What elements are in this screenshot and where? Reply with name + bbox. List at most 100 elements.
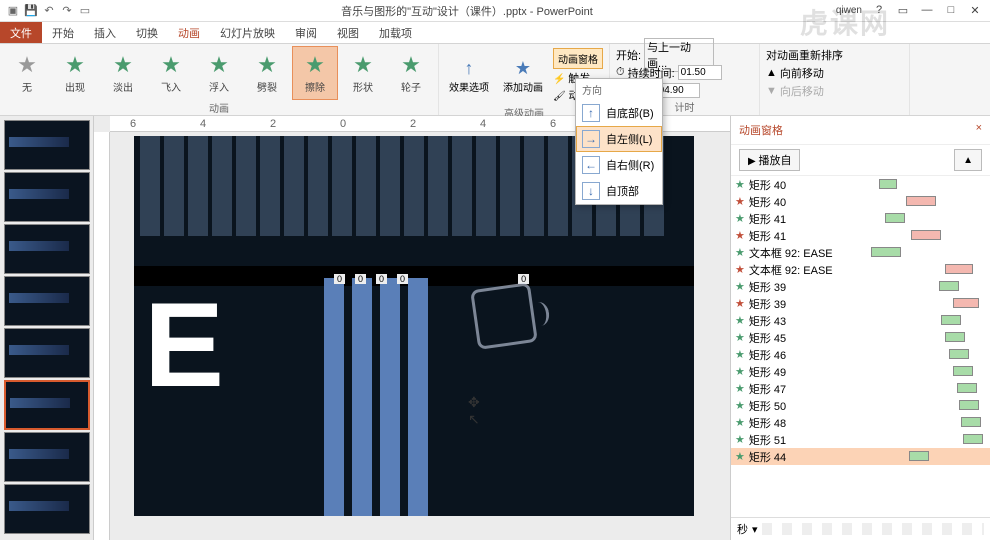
maximize-icon[interactable]: □ (940, 4, 962, 17)
star-icon: ★ (735, 212, 745, 225)
redo-icon[interactable]: ↷ (60, 4, 74, 18)
tab-home[interactable]: 开始 (42, 22, 84, 43)
slide-thumb[interactable] (4, 484, 90, 534)
slide-thumb[interactable] (4, 120, 90, 170)
anim-item[interactable]: ★矩形 44 (731, 448, 990, 465)
anim-item[interactable]: ★矩形 43 (731, 312, 990, 329)
animation-pane-button[interactable]: 动画窗格 (553, 48, 603, 69)
audio-icon[interactable] (470, 282, 538, 350)
ribbon-toggle-icon[interactable]: ▭ (892, 4, 914, 17)
anim-item[interactable]: ★文本框 92: EASE (731, 261, 990, 278)
slide-thumb[interactable] (4, 328, 90, 378)
star-icon: ★ (735, 450, 745, 463)
tab-view[interactable]: 视图 (327, 22, 369, 43)
star-icon: ★ (735, 399, 745, 412)
timing-bar[interactable] (945, 332, 965, 342)
timing-bar[interactable] (911, 230, 941, 240)
arrow-icon: ← (582, 156, 600, 174)
anim-item[interactable]: ★矩形 47 (731, 380, 990, 397)
timing-bar[interactable] (961, 417, 981, 427)
help-icon[interactable]: ? (868, 4, 890, 17)
star-icon: ★ (735, 178, 745, 191)
timing-bar[interactable] (953, 298, 979, 308)
timing-bar[interactable] (949, 349, 969, 359)
animation-pane: 动画窗格 × ▶ 播放自 ▲ ★矩形 40★矩形 40★矩形 41★矩形 41★… (730, 116, 990, 540)
anim-无[interactable]: ★无 (4, 46, 50, 100)
anim-item[interactable]: ★矩形 39 (731, 295, 990, 312)
anim-item[interactable]: ★矩形 51 (731, 431, 990, 448)
save-icon[interactable]: 💾 (24, 4, 38, 18)
timing-bar[interactable] (959, 400, 979, 410)
anim-劈裂[interactable]: ★劈裂 (244, 46, 290, 100)
slide-thumb[interactable] (4, 432, 90, 482)
direction-option[interactable]: ↓自顶部 (576, 178, 662, 204)
anim-item[interactable]: ★矩形 45 (731, 329, 990, 346)
slide-thumb[interactable] (4, 172, 90, 222)
pane-close-icon[interactable]: × (976, 122, 982, 138)
timing-bar[interactable] (939, 281, 959, 291)
star-icon: ★ (15, 53, 39, 77)
anim-浮入[interactable]: ★浮入 (196, 46, 242, 100)
direction-option[interactable]: →自左侧(L) (576, 126, 662, 152)
star-icon: ★ (255, 53, 279, 77)
tab-insert[interactable]: 插入 (84, 22, 126, 43)
timing-bar[interactable] (906, 196, 936, 206)
move-later-button[interactable]: ▼ 向后移动 (766, 82, 903, 100)
direction-option[interactable]: ↑自底部(B) (576, 100, 662, 126)
anim-item[interactable]: ★文本框 92: EASE (731, 244, 990, 261)
timing-bar[interactable] (953, 366, 973, 376)
anim-item[interactable]: ★矩形 39 (731, 278, 990, 295)
slide-thumb[interactable] (4, 276, 90, 326)
anim-形状[interactable]: ★形状 (340, 46, 386, 100)
star-icon: ★ (351, 53, 375, 77)
tab-file[interactable]: 文件 (0, 22, 42, 43)
powerpoint-icon: ▣ (6, 4, 20, 18)
undo-icon[interactable]: ↶ (42, 4, 56, 18)
timing-bar[interactable] (945, 264, 973, 274)
play-from-button[interactable]: ▶ 播放自 (739, 149, 800, 171)
star-icon: ★ (735, 246, 745, 259)
anim-飞入[interactable]: ★飞入 (148, 46, 194, 100)
anim-item[interactable]: ★矩形 49 (731, 363, 990, 380)
tab-transition[interactable]: 切换 (126, 22, 168, 43)
star-icon: ★ (735, 263, 745, 276)
timing-bar[interactable] (963, 434, 983, 444)
tab-review[interactable]: 审阅 (285, 22, 327, 43)
effect-options-button[interactable]: ↑ 效果选项 (443, 54, 495, 98)
anim-轮子[interactable]: ★轮子 (388, 46, 434, 100)
timing-bar[interactable] (871, 247, 901, 257)
anim-item[interactable]: ★矩形 41 (731, 210, 990, 227)
timing-bar[interactable] (885, 213, 905, 223)
anim-擦除[interactable]: ★擦除 (292, 46, 338, 100)
timing-bar[interactable] (941, 315, 961, 325)
user-name: qiwen (836, 5, 868, 16)
anim-item[interactable]: ★矩形 40 (731, 193, 990, 210)
anim-出现[interactable]: ★出现 (52, 46, 98, 100)
anim-item[interactable]: ★矩形 41 (731, 227, 990, 244)
minimize-icon[interactable]: — (916, 4, 938, 17)
star-icon: ★ (735, 331, 745, 344)
tab-addins[interactable]: 加载项 (369, 22, 422, 43)
duration-input[interactable] (678, 65, 722, 80)
direction-option[interactable]: ←自右侧(R) (576, 152, 662, 178)
close-icon[interactable]: ✕ (964, 4, 986, 17)
move-earlier-button[interactable]: ▲ 向前移动 (766, 64, 903, 82)
animation-list[interactable]: ★矩形 40★矩形 40★矩形 41★矩形 41★文本框 92: EASE★文本… (731, 176, 990, 517)
anim-item[interactable]: ★矩形 50 (731, 397, 990, 414)
timing-bar[interactable] (957, 383, 977, 393)
anim-item[interactable]: ★矩形 48 (731, 414, 990, 431)
anim-item[interactable]: ★矩形 46 (731, 346, 990, 363)
move-up-button[interactable]: ▲ (954, 149, 982, 171)
anim-淡出[interactable]: ★淡出 (100, 46, 146, 100)
slide-thumb[interactable] (4, 224, 90, 274)
timing-bar[interactable] (879, 179, 897, 189)
slide-thumb-selected[interactable] (4, 380, 90, 430)
anim-item[interactable]: ★矩形 40 (731, 176, 990, 193)
add-animation-button[interactable]: ★ 添加动画 (497, 54, 549, 98)
slideshow-icon[interactable]: ▭ (78, 4, 92, 18)
add-animation-icon: ★ (515, 58, 531, 79)
timing-bar[interactable] (909, 451, 929, 461)
tab-slideshow[interactable]: 幻灯片放映 (210, 22, 285, 43)
tab-animation[interactable]: 动画 (168, 22, 210, 43)
title-bar: ▣ 💾 ↶ ↷ ▭ 音乐与图形的"互动"设计（课件）.pptx - PowerP… (0, 0, 990, 22)
